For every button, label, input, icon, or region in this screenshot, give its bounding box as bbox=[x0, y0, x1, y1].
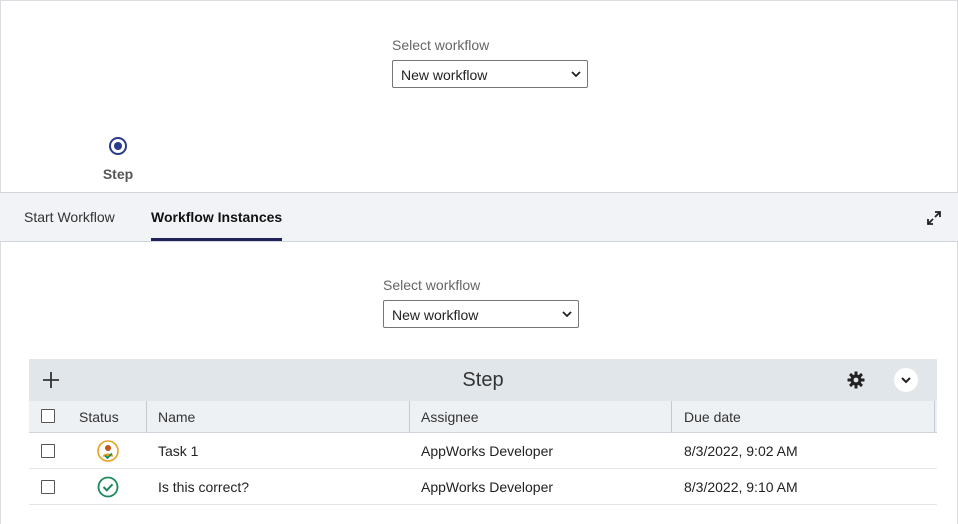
top-workflow-select[interactable]: New workflow bbox=[392, 60, 588, 88]
grid-column-header: Status Name Assignee Due date bbox=[29, 401, 937, 433]
check-circle-icon bbox=[97, 476, 119, 498]
row-assignee: AppWorks Developer bbox=[421, 479, 554, 495]
table-row[interactable]: Is this correct? AppWorks Developer 8/3/… bbox=[29, 469, 937, 505]
column-separator[interactable] bbox=[409, 401, 410, 433]
row-due-date: 8/3/2022, 9:02 AM bbox=[684, 443, 798, 459]
tab-start-workflow[interactable]: Start Workflow bbox=[24, 193, 115, 241]
column-separator[interactable] bbox=[934, 401, 935, 433]
row-assignee: AppWorks Developer bbox=[421, 443, 554, 459]
collapse-button[interactable] bbox=[894, 368, 918, 392]
workflow-designer-panel: Select workflow New workflow Step bbox=[0, 0, 958, 192]
row-due-date: 8/3/2022, 9:10 AM bbox=[684, 479, 798, 495]
step-node-icon bbox=[109, 137, 127, 155]
grid-header: Step bbox=[29, 359, 937, 401]
top-select-value: New workflow bbox=[401, 67, 488, 83]
expand-icon[interactable] bbox=[926, 210, 942, 226]
chevron-down-icon bbox=[901, 377, 911, 384]
top-select-label: Select workflow bbox=[392, 37, 490, 53]
column-separator[interactable] bbox=[146, 401, 147, 433]
instances-grid: Step Status Name Assignee Due date Task … bbox=[29, 359, 937, 505]
step-node-label: Step bbox=[102, 166, 134, 182]
instances-workflow-select[interactable]: New workflow bbox=[383, 300, 579, 328]
step-node[interactable]: Step bbox=[97, 136, 139, 182]
top-workflow-select-group: Select workflow New workflow bbox=[392, 37, 588, 88]
column-due-date[interactable]: Due date bbox=[684, 409, 741, 425]
column-name[interactable]: Name bbox=[158, 409, 195, 425]
chevron-down-icon bbox=[562, 311, 572, 318]
column-status[interactable]: Status bbox=[79, 409, 119, 425]
tab-workflow-instances[interactable]: Workflow Instances bbox=[151, 193, 283, 241]
assigned-user-icon bbox=[97, 440, 119, 462]
tab-bar: Start Workflow Workflow Instances bbox=[0, 192, 958, 242]
gear-icon[interactable] bbox=[847, 371, 865, 389]
grid-title: Step bbox=[462, 369, 504, 391]
row-name[interactable]: Task 1 bbox=[158, 443, 198, 459]
chevron-down-icon bbox=[571, 71, 581, 78]
select-all-checkbox[interactable] bbox=[41, 409, 55, 423]
row-checkbox[interactable] bbox=[41, 480, 55, 494]
instances-select-label: Select workflow bbox=[383, 277, 481, 293]
column-assignee[interactable]: Assignee bbox=[421, 409, 479, 425]
table-row[interactable]: Task 1 AppWorks Developer 8/3/2022, 9:02… bbox=[29, 433, 937, 469]
row-name[interactable]: Is this correct? bbox=[158, 479, 249, 495]
column-separator[interactable] bbox=[671, 401, 672, 433]
row-checkbox[interactable] bbox=[41, 444, 55, 458]
instances-workflow-select-group: Select workflow New workflow bbox=[383, 277, 579, 328]
instances-select-value: New workflow bbox=[392, 307, 479, 323]
